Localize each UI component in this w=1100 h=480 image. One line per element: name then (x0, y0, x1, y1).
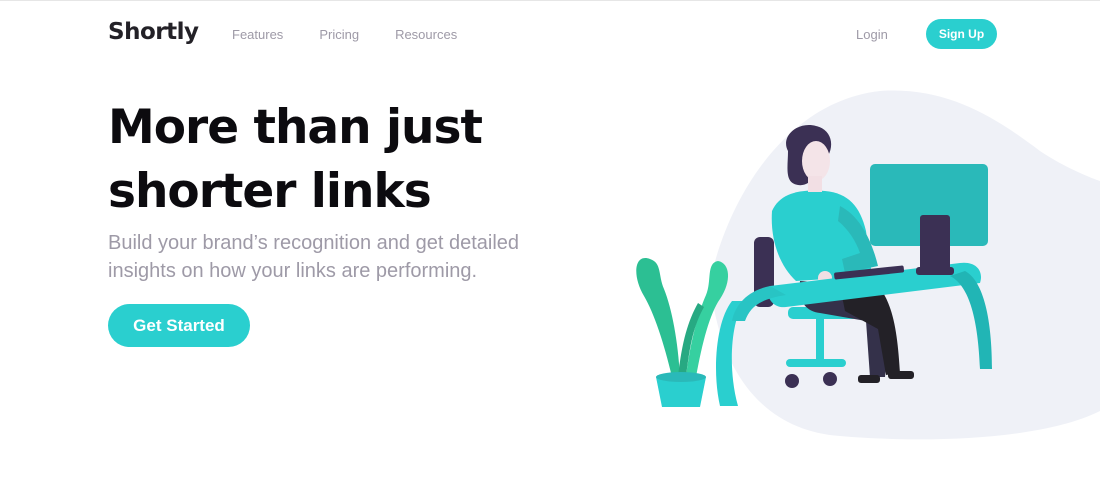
hero-title: More than just shorter links (108, 100, 483, 219)
chair-base (786, 359, 846, 367)
chair-wheel-left (785, 374, 799, 388)
nav-link-resources[interactable]: Resources (395, 27, 457, 42)
chair-wheel-right (823, 372, 837, 386)
login-link[interactable]: Login (856, 27, 888, 42)
site-header: Shortly Features Pricing Resources Login… (0, 1, 1100, 69)
nav-link-pricing[interactable]: Pricing (319, 27, 359, 42)
get-started-button[interactable]: Get Started (108, 304, 250, 347)
working-illustration-svg (636, 90, 1100, 440)
shoe-right (888, 371, 914, 379)
plant-pot-rim (656, 372, 706, 382)
person-neck (808, 176, 822, 192)
signup-button[interactable]: Sign Up (926, 19, 997, 49)
landing-page: Shortly Features Pricing Resources Login… (0, 0, 1100, 480)
plant-leaf-left (636, 258, 680, 377)
monitor-stand (920, 215, 950, 273)
person-working-illustration (620, 81, 1100, 451)
hero-subtitle: Build your brand’s recognition and get d… (108, 232, 520, 282)
chair-post (816, 317, 824, 361)
nav-link-features[interactable]: Features (232, 27, 283, 42)
person-face (802, 141, 830, 181)
main-nav: Features Pricing Resources (232, 27, 493, 42)
monitor-base (916, 267, 954, 275)
logo[interactable]: Shortly (108, 19, 199, 45)
shoe-left (858, 375, 880, 383)
